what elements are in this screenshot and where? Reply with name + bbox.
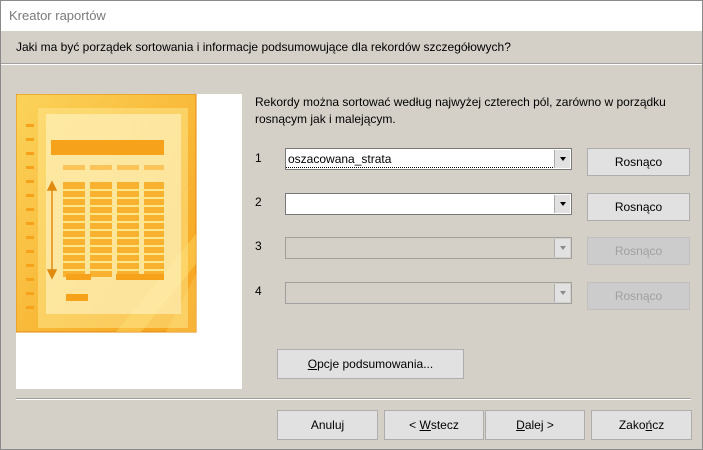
sort-description: Rekordy można sortować według najwyżej c… (255, 95, 666, 126)
sort-row-2-number: 2 (255, 195, 262, 209)
sort-order-3-button: Rosnąco (587, 237, 690, 265)
sort-field-2-combo[interactable] (285, 193, 572, 215)
summary-options-mnemonic: O (307, 357, 318, 371)
window-title: Kreator raportów (9, 8, 106, 23)
dropdown-arrow-icon[interactable] (554, 195, 570, 213)
finish-button-mnemonic: ń (645, 418, 653, 432)
finish-button-label: cz (652, 418, 665, 432)
title-bar: Kreator raportów (1, 1, 702, 31)
footer-divider (16, 398, 691, 400)
focus-indicator (286, 166, 553, 168)
dropdown-arrow-icon[interactable] (554, 150, 570, 168)
summary-options-label: pcje podsumowania... (317, 357, 434, 371)
sort-field-3-combo (285, 237, 572, 259)
sort-row-3-number: 3 (255, 239, 262, 253)
back-button-label: stecz (430, 418, 459, 432)
next-button-label: alej > (524, 418, 554, 432)
sort-field-1-combo[interactable]: oszacowana_strata (285, 148, 572, 170)
back-button-prefix: < (409, 418, 420, 432)
report-preview-image (16, 94, 242, 389)
sort-field-1-value: oszacowana_strata (288, 152, 392, 166)
summary-options-button[interactable]: Opcje podsumowania... (277, 349, 464, 379)
dropdown-arrow-icon (554, 239, 570, 257)
cancel-button[interactable]: Anuluj (277, 410, 378, 440)
finish-button-prefix: Zako (618, 418, 646, 432)
header-divider (1, 63, 702, 65)
sort-order-2-button[interactable]: Rosnąco (587, 193, 690, 221)
report-wizard-window: Kreator raportów Jaki ma być porządek so… (0, 0, 703, 450)
sort-order-4-button: Rosnąco (587, 282, 690, 310)
sort-row-1-number: 1 (255, 151, 262, 165)
sort-row-4-number: 4 (255, 284, 262, 298)
wizard-question: Jaki ma być porządek sortowania i inform… (16, 40, 511, 54)
sort-field-4-combo (285, 282, 572, 304)
dropdown-arrow-icon (554, 284, 570, 302)
next-button[interactable]: Dalej > (485, 410, 585, 440)
back-button[interactable]: < Wstecz (384, 410, 484, 440)
finish-button[interactable]: Zako ń cz (591, 410, 692, 440)
back-button-mnemonic: W (419, 418, 431, 432)
sort-order-1-button[interactable]: Rosnąco (587, 148, 690, 176)
next-button-mnemonic: D (516, 418, 525, 432)
